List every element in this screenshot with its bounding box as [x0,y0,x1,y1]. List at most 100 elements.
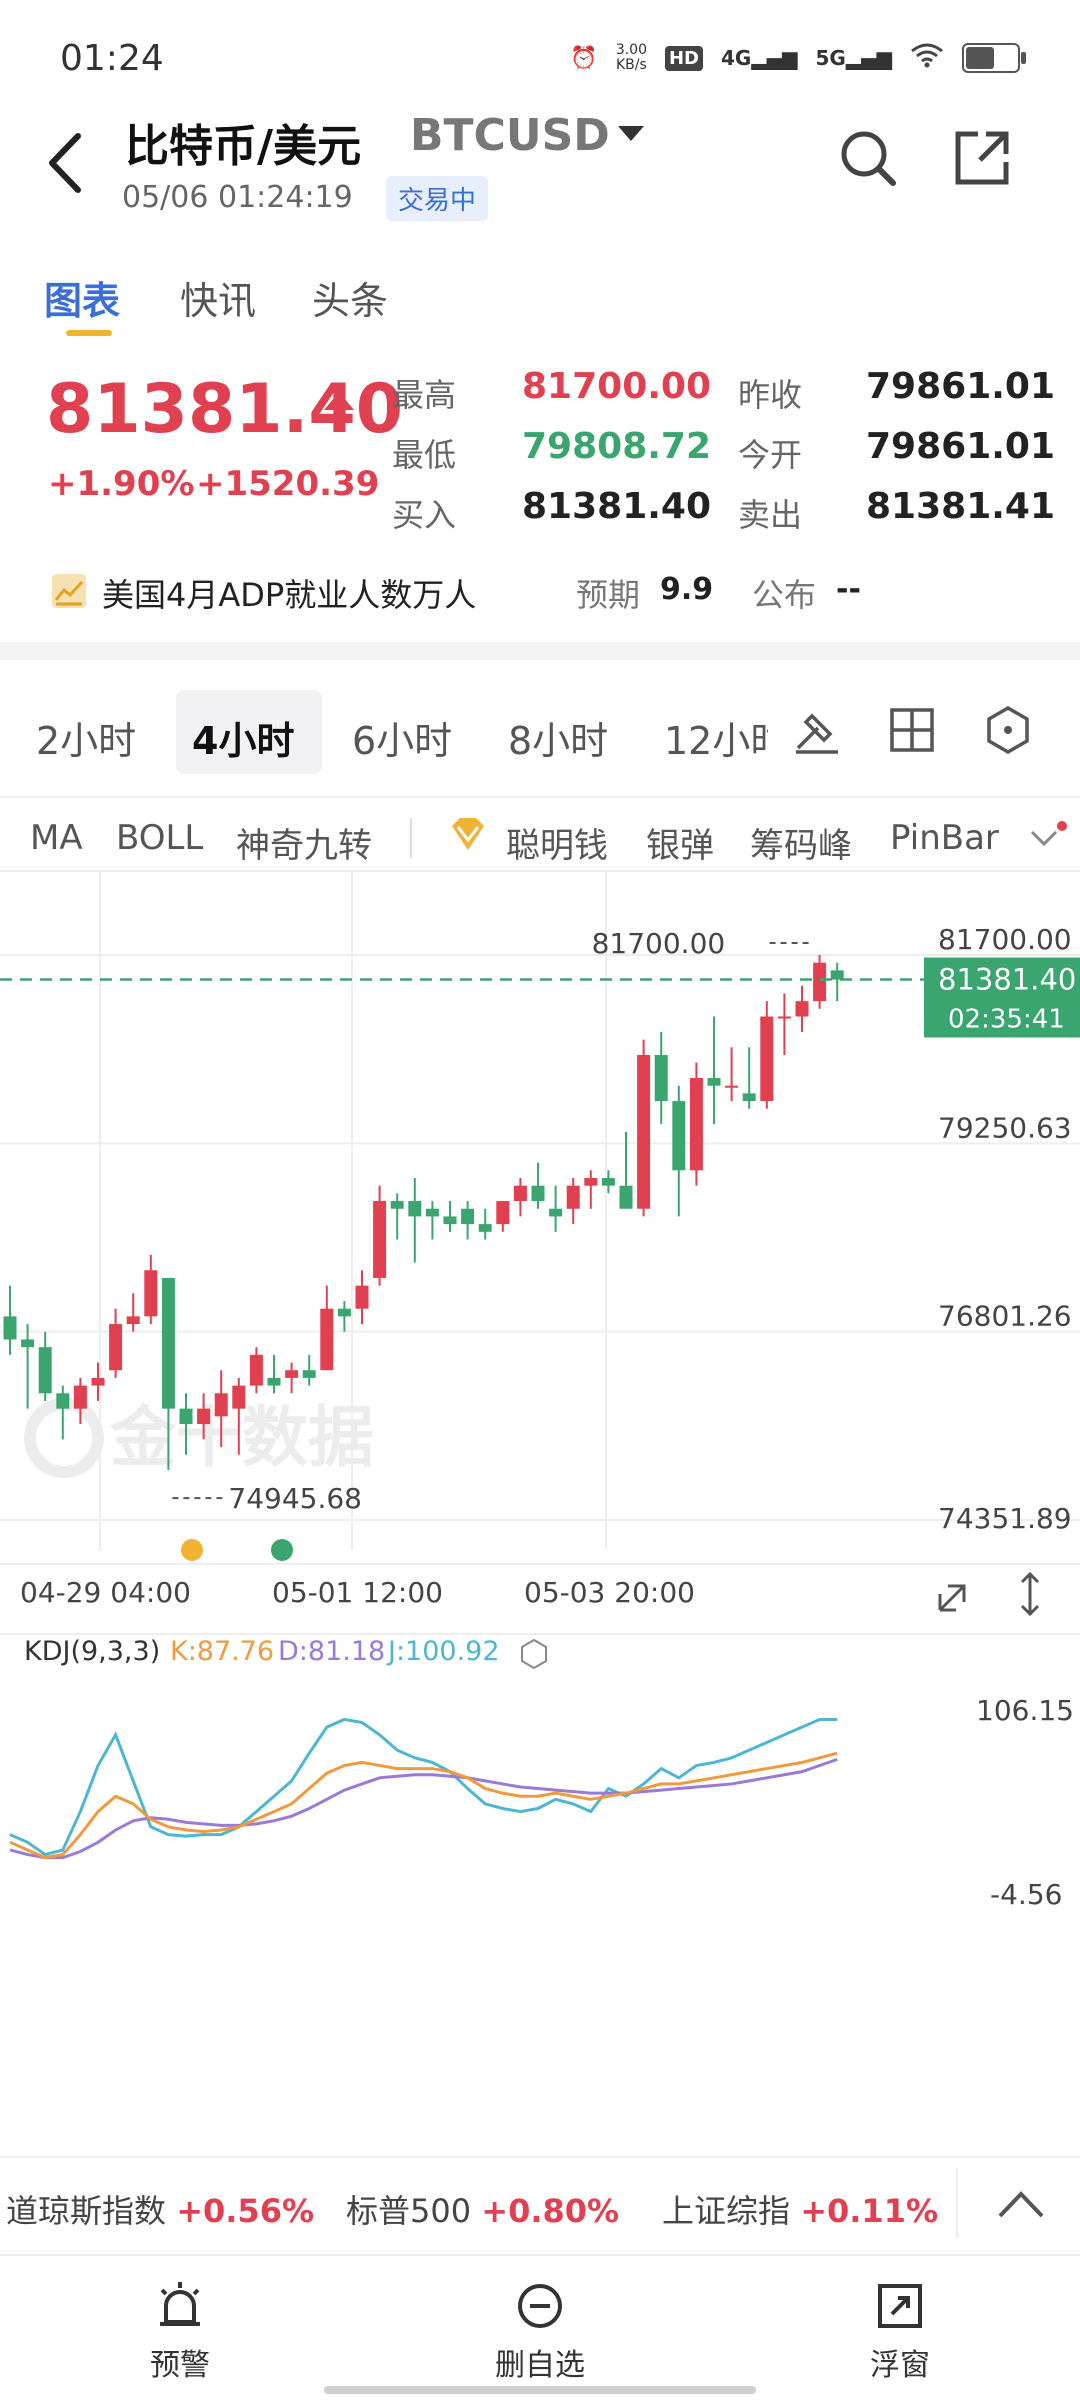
candle-body [408,1201,422,1217]
candle-body [637,1054,651,1209]
indicator-chip-peak[interactable]: 筹码峰 [750,818,852,867]
ticker-value: +0.11% [800,2192,939,2230]
tab-flash-news[interactable]: 快讯 [180,270,256,325]
low-value: 79808.72 [522,426,712,467]
interval-4h[interactable]: 4小时 [192,710,294,765]
divider [0,2156,1080,2158]
high-value: 81700.00 [522,366,712,407]
ask-value: 81381.41 [866,486,1056,527]
quote-datetime: 05/06 01:24:19 [122,180,353,215]
y-axis-tick-label: 74351.89 [938,1502,1072,1535]
watermark-logo [24,1398,104,1478]
candle-body [126,1316,140,1325]
open-label: 今开 [738,436,803,474]
interval-12h[interactable]: 12小时 [664,710,768,765]
signal-5g-icon: 5G▂▄▆ [815,46,893,70]
actual-label: 公布 [752,576,817,614]
kdj-k-value: K:87.76 [170,1636,274,1667]
x-axis-tick-label: 05-01 12:00 [272,1576,443,1609]
candle-body [3,1316,17,1340]
interval-8h[interactable]: 8小时 [508,710,608,765]
candle-body [795,1001,809,1017]
nav-remove-watchlist[interactable]: 删自选 [460,2280,620,2384]
layout-grid-icon[interactable] [884,702,940,758]
interval-6h[interactable]: 6小时 [352,710,452,765]
candle-body [777,1016,791,1019]
candle-body [390,1201,404,1209]
signal-4g-label: 4G [721,46,752,70]
float-window-icon [878,2284,922,2328]
candle-body [707,1078,721,1086]
trend-chart-icon [52,574,86,608]
candle-body [461,1208,475,1225]
candle-body [249,1354,263,1386]
share-icon[interactable] [952,128,1012,188]
candle-body [513,1185,527,1202]
tab-chart[interactable]: 图表 [44,270,120,325]
tab-headlines[interactable]: 头条 [312,270,388,325]
event-dot [271,1539,293,1561]
ticker-sp500[interactable]: 标普500 +0.80% [346,2186,619,2232]
status-time: 01:24 [60,38,164,79]
candle-body [197,1408,211,1425]
section-divider [0,642,1080,660]
low-label: 最低 [392,436,457,474]
candle-body [337,1308,351,1317]
prev-close-label: 昨收 [738,376,803,414]
candle-body [742,1093,756,1102]
trading-status-badge: 交易中 [386,176,489,221]
ticker-value: +0.80% [481,2192,620,2230]
candle-body [21,1339,35,1348]
y-axis-tick-label: 76801.26 [938,1300,1072,1333]
candle-body [73,1385,87,1409]
symbol-selector[interactable]: BTCUSD [410,110,610,161]
ticker-name: 标普500 [346,2192,472,2230]
ticker-shanghai[interactable]: 上证综指 +0.11% [662,2186,938,2232]
candle-body [443,1216,457,1225]
draw-tool-icon[interactable] [788,702,844,758]
divider [956,2168,958,2238]
interval-2h[interactable]: 2小时 [36,710,136,765]
chevron-up-icon[interactable] [996,2186,1046,2226]
x-axis-tick-label: 04-29 04:00 [20,1576,191,1609]
economic-event-title[interactable]: 美国4月ADP就业人数万人 [102,570,476,616]
candle-body [179,1408,193,1425]
indicator-pinbar[interactable]: PinBar [890,818,999,858]
indicator-smart-money[interactable]: 聪明钱 [506,818,608,867]
countdown-label: 02:35:41 [948,1004,1065,1034]
candle-body [813,962,827,1002]
y-axis-tick-label: 81700.00 [938,923,1072,956]
more-indicators-icon[interactable] [1028,820,1068,858]
indicator-silver-bullet[interactable]: 银弹 [646,818,714,867]
price-chart[interactable]: 81700.00 79250.63 76801.26 74351.89 金十数据 8170… [0,870,1080,2150]
status-icons: ⏰ 3.00 KB/s HD 4G▂▄▆ 5G▂▄▆ [570,36,1026,80]
back-button[interactable] [40,128,100,198]
candle-body [285,1370,299,1378]
indicator-td-sequential[interactable]: 神奇九转 [236,818,372,867]
hd-icon: HD [664,45,703,71]
settings-hexagon-icon[interactable] [980,702,1036,758]
candle-body [584,1177,598,1186]
kdj-y-tick-label: -4.56 [990,1878,1062,1911]
search-icon[interactable] [838,128,898,188]
ask-label: 卖出 [738,496,803,534]
kdj-settings-icon [521,1638,547,1670]
nav-alert[interactable]: 预警 [100,2280,260,2384]
candle-body [654,1054,668,1102]
prev-close-value: 79861.01 [866,366,1056,407]
x-axis-tick-label: 05-03 20:00 [524,1576,695,1609]
ticker-name: 上证综指 [662,2192,791,2230]
forecast-label: 预期 [576,576,641,614]
nav-float-window[interactable]: 浮窗 [820,2280,980,2384]
candle-body [161,1277,175,1409]
kdj-line-k [9,1751,838,1860]
indicator-ma[interactable]: MA [30,818,83,858]
chevron-down-icon[interactable] [618,126,644,141]
candle-body [232,1385,246,1409]
bid-value: 81381.40 [522,486,712,527]
ticker-dow[interactable]: 道琼斯指数 +0.56% [6,2186,314,2232]
home-indicator[interactable] [324,2386,756,2394]
indicator-boll[interactable]: BOLL [116,818,203,858]
up-arrow-icon [322,390,356,434]
candle-body [689,1078,703,1171]
